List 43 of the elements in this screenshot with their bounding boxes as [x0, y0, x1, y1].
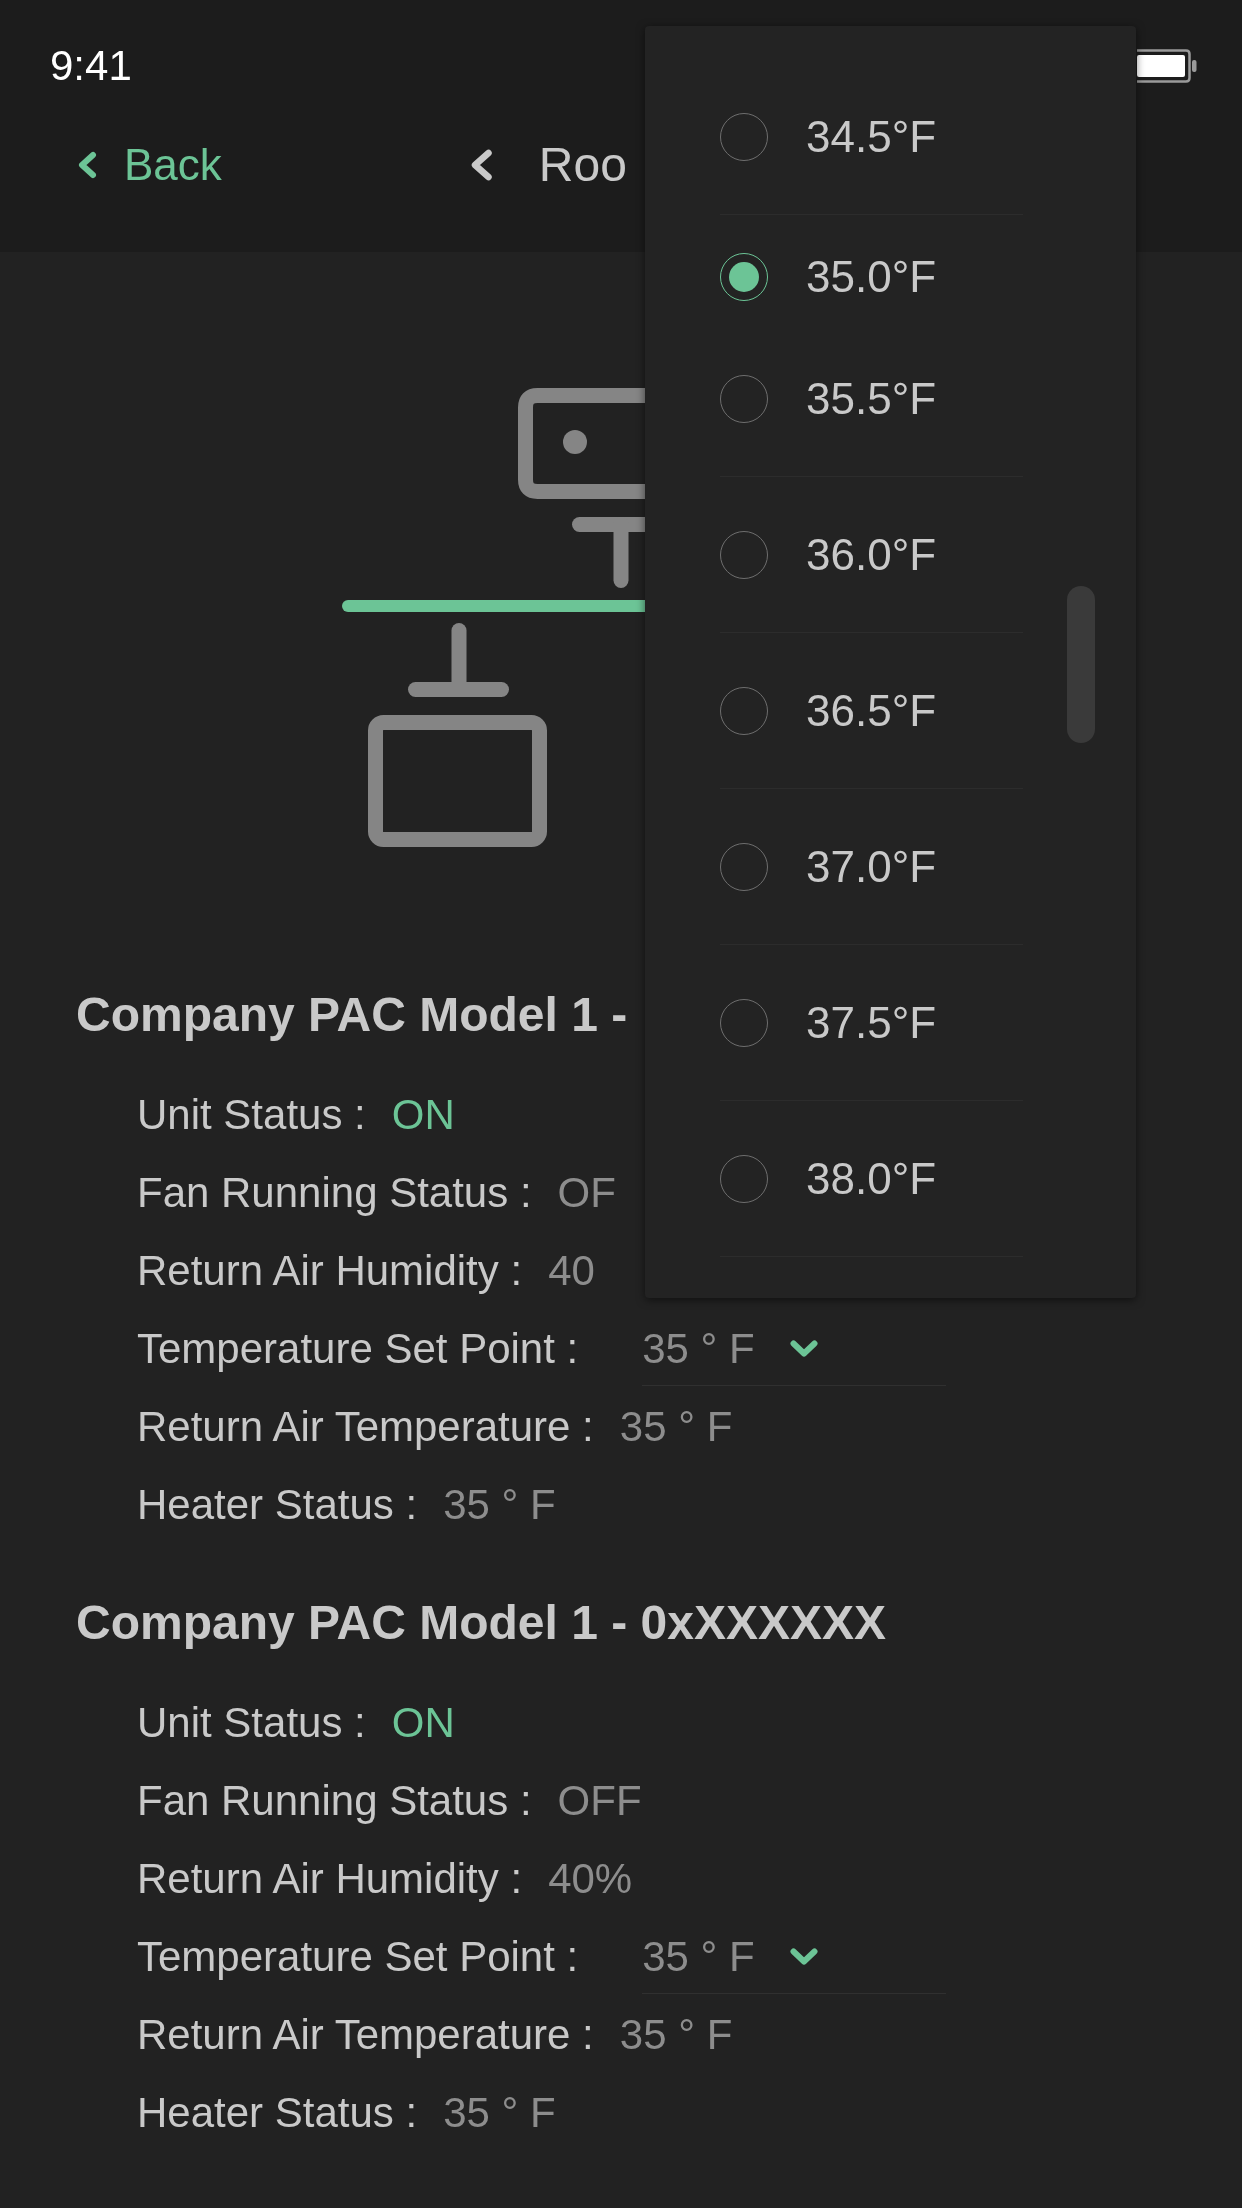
field-label: Return Air Temperature : [137, 1406, 594, 1448]
field-value: 40 [548, 1250, 595, 1292]
dropdown-option[interactable]: 37.0°F [720, 789, 1023, 945]
dropdown-option[interactable]: 36.0°F [720, 477, 1023, 633]
chevron-left-icon[interactable] [469, 149, 493, 181]
dropdown-option[interactable]: 34.5°F [720, 59, 1023, 215]
field-label: Return Air Humidity : [137, 1250, 523, 1292]
chevron-down-icon [789, 1340, 818, 1357]
dropdown-option[interactable]: 35.0°F [720, 215, 1023, 321]
scrollbar-thumb[interactable] [1067, 586, 1095, 743]
field-value: 40% [548, 1858, 633, 1900]
field-label: Fan Running Status : [137, 1172, 532, 1214]
status-value: OF [557, 1172, 616, 1214]
status-value: ON [391, 1702, 455, 1744]
field-value: 35 ° F [443, 2092, 556, 2134]
field-value: 35 ° F [619, 1406, 733, 1448]
dropdown-option[interactable]: 35.5°F [720, 321, 1023, 477]
status-value: ON [391, 1094, 455, 1136]
field-label: Temperature Set Point : [137, 1328, 579, 1370]
dropdown-option[interactable]: 37.5°F [720, 945, 1023, 1101]
battery-icon [1137, 49, 1197, 83]
field-value: 35 ° F [443, 1484, 556, 1526]
status-time: 9:41 [50, 45, 132, 87]
dropdown-option[interactable]: 38.0°F [720, 1101, 1023, 1257]
setpoint-select[interactable]: 35 ° F [642, 1312, 947, 1386]
field-label: Unit Status : [137, 1094, 366, 1136]
field-label: Return Air Humidity : [137, 1858, 523, 1900]
screen-title: Roo [538, 141, 627, 189]
field-label: Heater Status : [137, 1484, 418, 1526]
status-value: OFF [557, 1780, 642, 1822]
back-button[interactable]: Back [77, 143, 222, 187]
field-label: Fan Running Status : [137, 1780, 532, 1822]
field-label: Return Air Temperature : [137, 2014, 594, 2056]
dropdown-option[interactable]: 36.5°F [720, 633, 1023, 789]
field-label: Unit Status : [137, 1702, 366, 1744]
unit-title: Company PAC Model 1 - 0xXXXXXX [76, 1599, 886, 1647]
chevron-down-icon [789, 1948, 818, 1965]
chevron-left-icon [77, 151, 97, 179]
setpoint-select[interactable]: 35 ° F [642, 1920, 947, 1994]
field-label: Temperature Set Point : [137, 1936, 579, 1978]
field-value: 35 ° F [619, 2014, 733, 2056]
field-label: Heater Status : [137, 2092, 418, 2134]
unit-title: Company PAC Model 1 - [76, 991, 628, 1039]
